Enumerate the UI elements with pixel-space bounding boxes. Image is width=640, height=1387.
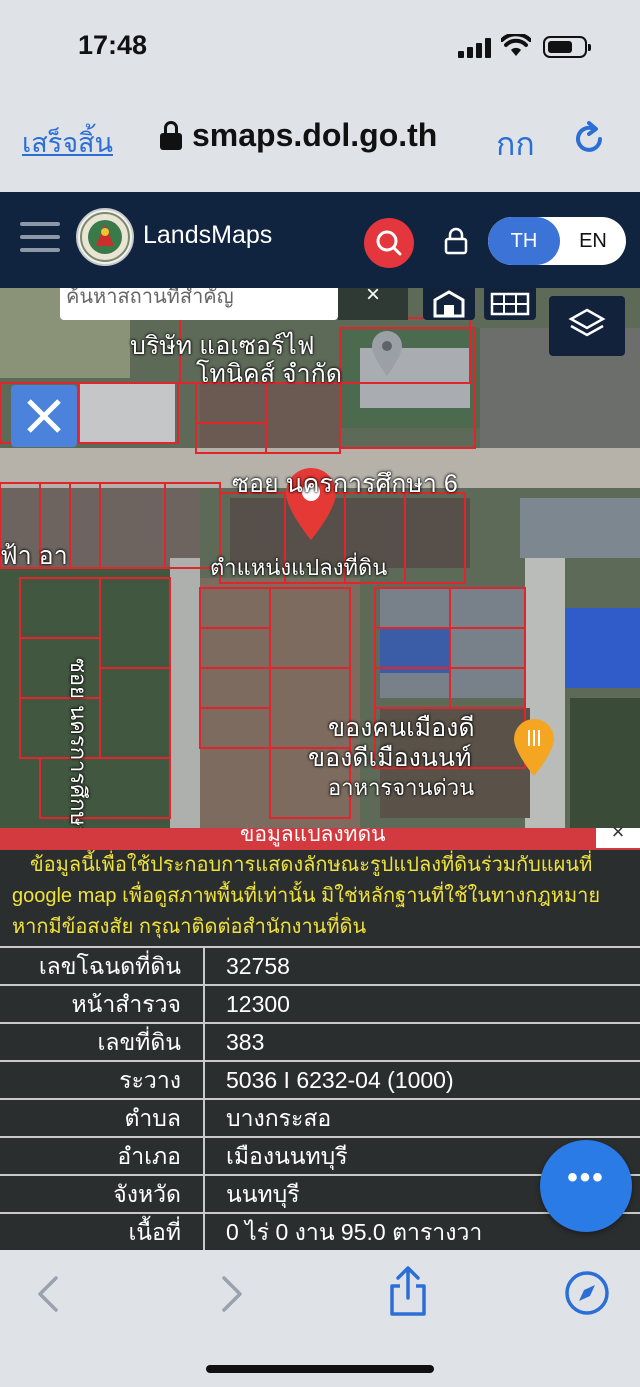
url-text: smaps.dol.go.th bbox=[192, 117, 438, 153]
measure-button[interactable] bbox=[11, 385, 77, 447]
info-key: อำเภอ bbox=[0, 1138, 205, 1174]
home-indicator[interactable] bbox=[206, 1365, 434, 1373]
home-tool-button[interactable] bbox=[423, 288, 475, 320]
url-field[interactable]: smaps.dol.go.th bbox=[160, 117, 437, 154]
info-row-land-number: เลขที่ดิน 383 bbox=[0, 1022, 640, 1060]
search-clear-button[interactable]: × bbox=[338, 288, 408, 320]
more-actions-button[interactable]: ••• bbox=[540, 1140, 632, 1232]
info-panel-title: ข้อมูลแปลงที่ดิน bbox=[240, 828, 386, 846]
info-row-map-sheet: ระวาง 5036 I 6232-04 (1000) bbox=[0, 1060, 640, 1098]
notice-line-3: หากมีข้อสงสัย กรุณาติดต่อสำนักงานที่ดิน bbox=[12, 916, 367, 938]
map-label-parcel-position: ตำแหน่งแปลงที่ดิน bbox=[210, 555, 388, 580]
more-dots-icon: ••• bbox=[567, 1161, 605, 1194]
search-icon bbox=[376, 230, 402, 256]
app-header: LandsMaps TH EN bbox=[0, 192, 640, 288]
place-search-input[interactable]: ค้นหาสถานที่สำคัญ bbox=[60, 288, 338, 320]
poi-marker-icon[interactable] bbox=[368, 328, 406, 378]
notice-line-1: ข้อมูลนี้เพื่อใช้ประกอบการแสดงลักษณะรูปแ… bbox=[30, 854, 593, 876]
lang-th-option[interactable]: TH bbox=[488, 217, 560, 265]
info-value: 12300 bbox=[226, 991, 290, 1017]
info-key: เลขที่ดิน bbox=[0, 1024, 205, 1060]
info-panel-title-bar: ข้อมูลแปลงที่ดิน bbox=[0, 828, 640, 850]
map-label-shop-3: อาหารจานด่วน bbox=[328, 775, 475, 800]
status-time: 17:48 bbox=[78, 30, 148, 60]
app-brand: LandsMaps bbox=[143, 221, 273, 249]
text-size-button[interactable]: กก bbox=[496, 119, 535, 170]
grid-icon bbox=[490, 292, 530, 316]
compass-icon[interactable] bbox=[564, 1270, 610, 1316]
info-key: เนื้อที่ bbox=[0, 1214, 205, 1250]
wifi-icon bbox=[501, 34, 531, 56]
done-button[interactable]: เสร็จสิ้น bbox=[22, 121, 113, 164]
grid-tool-button[interactable] bbox=[484, 288, 536, 320]
info-row-deed-number: เลขโฉนดที่ดิน 32758 bbox=[0, 946, 640, 984]
info-value: 0 ไร่ 0 งาน 95.0 ตารางวา bbox=[226, 1219, 483, 1245]
layers-icon bbox=[568, 308, 606, 337]
info-row-survey-page: หน้าสำรวจ 12300 bbox=[0, 984, 640, 1022]
map-label-company-2: โทนิคส์ จำกัด bbox=[196, 360, 342, 388]
info-value: 5036 I 6232-04 (1000) bbox=[226, 1067, 454, 1093]
map-label-soi-side: ซอย นครการศึกษา bbox=[66, 658, 91, 828]
ruler-pencil-icon bbox=[27, 399, 61, 433]
info-value: นนทบุรี bbox=[226, 1181, 300, 1207]
map-label-left-fragment: ฟ้า อา bbox=[0, 542, 68, 570]
language-toggle[interactable]: TH EN bbox=[488, 217, 626, 265]
status-bar: 17:48 bbox=[0, 0, 640, 95]
info-value: บางกระสอ bbox=[226, 1105, 332, 1131]
info-key: ตำบล bbox=[0, 1100, 205, 1136]
browser-address-bar: เสร็จสิ้น smaps.dol.go.th กก bbox=[0, 95, 640, 192]
layers-button[interactable] bbox=[549, 296, 625, 356]
info-close-button[interactable]: × bbox=[596, 821, 640, 848]
battery-icon bbox=[543, 36, 591, 58]
map-view[interactable]: ค้นหาสถานที่สำคัญ × บริษัท แอเซอร์ไฟ โทน… bbox=[0, 288, 640, 828]
info-row-subdistrict: ตำบล บางกระสอ bbox=[0, 1098, 640, 1136]
department-logo bbox=[76, 208, 134, 266]
info-key: ระวาง bbox=[0, 1062, 205, 1098]
login-lock-icon[interactable] bbox=[443, 226, 469, 256]
cellular-signal-icon bbox=[458, 38, 492, 58]
restaurant-marker-icon[interactable] bbox=[512, 718, 556, 778]
info-value: 32758 bbox=[226, 953, 290, 979]
share-icon[interactable] bbox=[386, 1264, 430, 1318]
info-value: 383 bbox=[226, 1029, 265, 1055]
lock-icon bbox=[160, 120, 182, 151]
reload-icon[interactable] bbox=[572, 121, 608, 157]
menu-icon[interactable] bbox=[20, 222, 60, 256]
notice-line-2: google map เพื่อดูสภาพพื้นที่เท่านั้น มิ… bbox=[12, 885, 601, 907]
search-button[interactable] bbox=[364, 218, 414, 268]
info-key: หน้าสำรวจ bbox=[0, 986, 205, 1022]
back-arrow-icon[interactable] bbox=[34, 1274, 62, 1314]
info-row-area: เนื้อที่ 0 ไร่ 0 งาน 95.0 ตารางวา bbox=[0, 1212, 640, 1250]
browser-toolbar bbox=[0, 1250, 640, 1387]
building-icon bbox=[433, 290, 465, 318]
info-key: เลขโฉนดที่ดิน bbox=[0, 948, 205, 984]
lang-en-option[interactable]: EN bbox=[560, 217, 626, 265]
map-label-soi-main: ซอย นครการศึกษา 6 bbox=[232, 470, 458, 498]
info-value: เมืองนนทบุรี bbox=[226, 1143, 348, 1169]
forward-arrow-icon[interactable] bbox=[218, 1274, 246, 1314]
info-key: จังหวัด bbox=[0, 1176, 205, 1212]
disclaimer-notice: ข้อมูลนี้เพื่อใช้ประกอบการแสดงลักษณะรูปแ… bbox=[12, 850, 632, 943]
